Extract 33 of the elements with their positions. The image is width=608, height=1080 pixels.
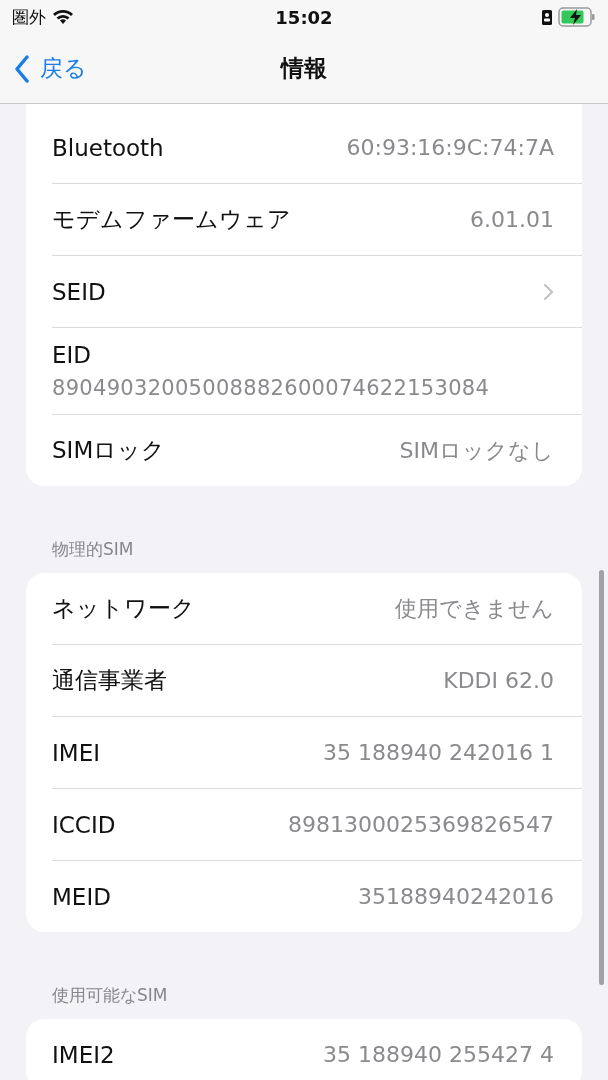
chevron-icon xyxy=(543,282,554,301)
carrier-text: 圏外 xyxy=(12,5,46,29)
page-title: 情報 xyxy=(281,54,327,83)
row-label: 通信事業者 xyxy=(52,666,167,695)
battery-icon xyxy=(558,7,596,27)
back-button[interactable]: 戻る xyxy=(14,53,87,84)
row-value: 6.01.01 xyxy=(470,207,554,232)
row-value: 35 188940 255427 4 xyxy=(323,1042,554,1067)
section-header: 物理的SIM xyxy=(51,538,135,561)
row-label: IMEI xyxy=(52,739,100,766)
row-value: 35188940242016 xyxy=(358,884,554,909)
section-header: 使用可能なSIM xyxy=(51,984,169,1007)
row-value: 使用できません xyxy=(395,594,554,623)
status-time: 15:02 xyxy=(275,6,333,28)
row-label: EID xyxy=(52,342,93,368)
seid-row[interactable]: SEID xyxy=(52,256,582,328)
row-label: MEID xyxy=(52,883,111,910)
row-label: ネットワーク xyxy=(52,594,195,623)
row-value: 35 188940 242016 1 xyxy=(323,740,554,765)
row-value: 89049032005008882600074622153084 xyxy=(52,376,491,400)
row-value: 8981300025369826547 xyxy=(288,812,554,837)
row-label: SIMロック xyxy=(52,436,166,465)
row-value: SIMロックなし xyxy=(399,436,554,465)
row-label: SEID xyxy=(52,278,106,305)
id-card-icon xyxy=(542,9,552,25)
row-label: ICCID xyxy=(52,811,116,838)
row-label: モデムファームウェア xyxy=(52,205,291,234)
wifi-icon xyxy=(52,9,74,25)
back-chevron-icon xyxy=(14,54,30,83)
row-label: IMEI2 xyxy=(52,1041,115,1068)
row-label: Bluetooth xyxy=(52,134,164,161)
row-value: 60:93:16:9C:74:7A xyxy=(346,135,554,160)
row-value: KDDI 62.0 xyxy=(443,668,554,693)
